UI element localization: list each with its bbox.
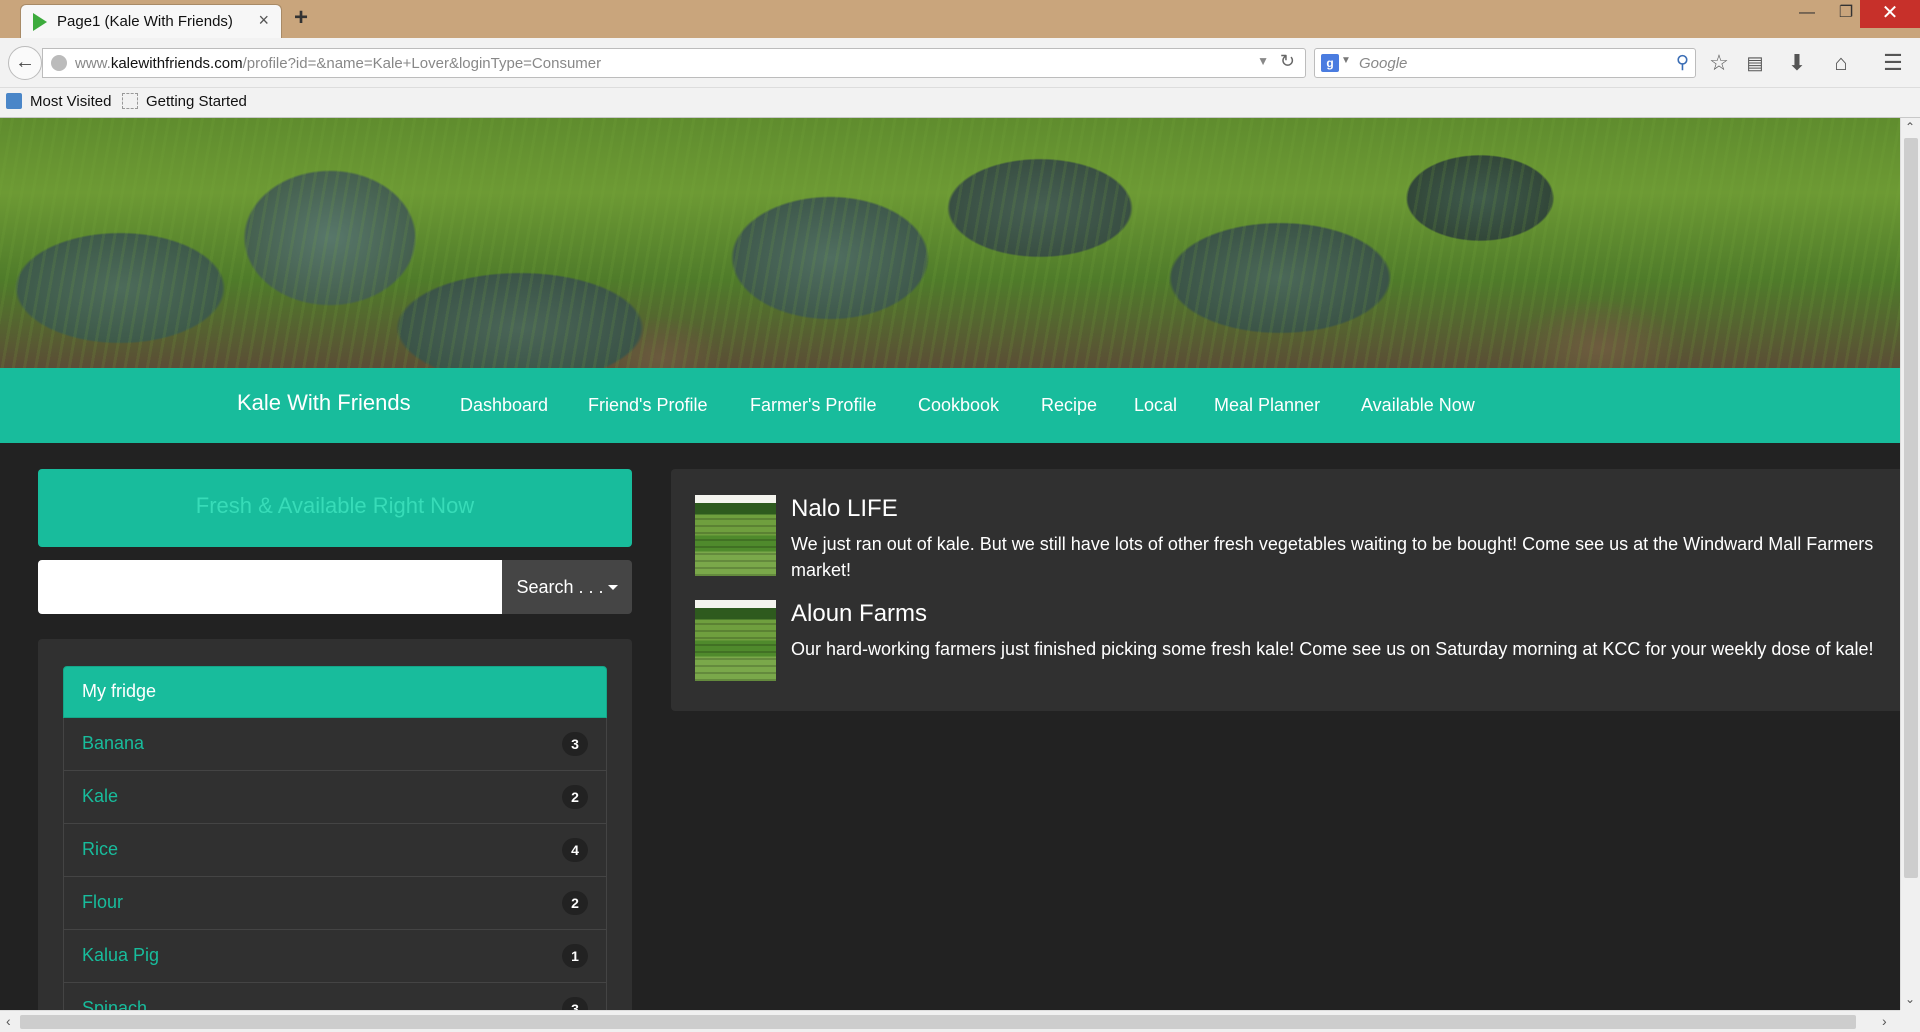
count-badge: 4 xyxy=(562,838,588,862)
fridge-item-name[interactable]: Kalua Pig xyxy=(82,945,159,966)
magnifier-icon[interactable]: ⚲ xyxy=(1676,52,1689,73)
menu-icon[interactable]: ☰ xyxy=(1878,48,1908,78)
url-dropdown-icon[interactable]: ▼ xyxy=(1257,54,1269,68)
nav-meal-planner[interactable]: Meal Planner xyxy=(1214,395,1320,416)
bookmark-most-visited[interactable]: Most Visited xyxy=(6,93,111,110)
bookmark-star-icon[interactable]: ☆ xyxy=(1704,48,1734,78)
nav-friends-profile[interactable]: Friend's Profile xyxy=(588,395,707,416)
home-icon[interactable]: ⌂ xyxy=(1826,48,1856,78)
web-search-bar[interactable]: g ▼ Google ⚲ xyxy=(1314,48,1696,78)
fridge-item-name[interactable]: Rice xyxy=(82,839,118,860)
url-text[interactable]: www.kalewithfriends.com/profile?id=&name… xyxy=(75,55,601,72)
fridge-item[interactable]: Kale 2 xyxy=(63,771,607,824)
post-author[interactable]: Aloun Farms xyxy=(791,600,927,628)
scroll-up-icon[interactable]: ⌃ xyxy=(1905,120,1915,134)
fridge-item[interactable]: Banana 3 xyxy=(63,718,607,771)
browser-titlebar: Page1 (Kale With Friends) × + — ❐ ✕ xyxy=(0,0,1920,38)
reading-list-icon[interactable]: ▤ xyxy=(1740,48,1770,78)
fridge-item-name[interactable]: Flour xyxy=(82,892,123,913)
fridge-title: My fridge xyxy=(82,681,157,701)
url-path: /profile?id=&name=Kale+Lover&loginType=C… xyxy=(242,55,602,72)
reload-icon[interactable]: ↻ xyxy=(1280,51,1295,72)
count-badge: 1 xyxy=(562,944,588,968)
window-close-icon[interactable]: ✕ xyxy=(1860,0,1920,28)
nav-cookbook[interactable]: Cookbook xyxy=(918,395,999,416)
fresh-available-heading: Fresh & Available Right Now xyxy=(195,493,475,518)
tab-title: Page1 (Kale With Friends) xyxy=(57,13,233,30)
post-text: Our hard-working farmers just finished p… xyxy=(791,639,1874,659)
scroll-right-icon[interactable]: › xyxy=(1882,1013,1887,1029)
google-icon[interactable]: g xyxy=(1321,54,1339,72)
bookmark-getting-started[interactable]: Getting Started xyxy=(122,93,247,110)
fridge-item[interactable]: Kalua Pig 1 xyxy=(63,930,607,983)
download-icon[interactable]: ⬇ xyxy=(1782,48,1812,78)
horizontal-scroll-thumb[interactable] xyxy=(20,1015,1856,1029)
fridge-header: My fridge xyxy=(63,666,607,718)
fridge-item-name[interactable]: Kale xyxy=(82,786,118,807)
count-badge: 2 xyxy=(562,785,588,809)
caret-down-icon xyxy=(607,585,618,590)
fridge-item[interactable]: Spinach 3 xyxy=(63,983,607,1010)
web-search-placeholder: Google xyxy=(1359,55,1408,72)
fridge-item[interactable]: Flour 2 xyxy=(63,877,607,930)
search-dropdown-button[interactable]: Search . . . xyxy=(502,560,632,614)
page-viewport: Kale With Friends Dashboard Friend's Pro… xyxy=(0,118,1900,1010)
farm-field-thumbnail[interactable] xyxy=(695,600,776,681)
scroll-left-icon[interactable]: ‹ xyxy=(6,1013,11,1029)
farm-field-thumbnail[interactable] xyxy=(695,495,776,576)
scroll-down-icon[interactable]: ⌄ xyxy=(1905,992,1915,1006)
farmer-feed: Nalo LIFE We just ran out of kale. But w… xyxy=(671,469,1900,711)
maximize-icon[interactable]: ❐ xyxy=(1830,0,1862,28)
browser-tab[interactable]: Page1 (Kale With Friends) × xyxy=(20,4,282,38)
browser-toolbar: ← www.kalewithfriends.com/profile?id=&na… xyxy=(0,38,1920,88)
minimize-icon[interactable]: — xyxy=(1792,0,1822,28)
url-host: kalewithfriends.com xyxy=(110,55,243,72)
nav-dashboard[interactable]: Dashboard xyxy=(460,395,548,416)
new-tab-button[interactable]: + xyxy=(294,4,308,32)
count-badge: 3 xyxy=(562,997,588,1010)
back-arrow-icon[interactable]: ← xyxy=(8,46,42,80)
vertical-scrollbar[interactable]: ⌃ ⌄ xyxy=(1900,118,1920,1010)
count-badge: 3 xyxy=(562,732,588,756)
horizontal-scrollbar[interactable]: ‹ › xyxy=(0,1010,1900,1032)
play-icon xyxy=(33,13,47,31)
kale-garden-banner xyxy=(0,118,1900,368)
nav-local[interactable]: Local xyxy=(1134,395,1177,416)
fridge-item[interactable]: Rice 4 xyxy=(63,824,607,877)
fresh-available-panel: Fresh & Available Right Now xyxy=(38,469,632,547)
globe-icon xyxy=(51,55,67,71)
engine-dropdown-icon[interactable]: ▼ xyxy=(1341,55,1351,66)
nav-farmers-profile[interactable]: Farmer's Profile xyxy=(750,395,876,416)
post-author[interactable]: Nalo LIFE xyxy=(791,495,898,523)
tab-close-icon[interactable]: × xyxy=(258,10,269,31)
nav-available-now[interactable]: Available Now xyxy=(1361,395,1475,416)
nav-recipe[interactable]: Recipe xyxy=(1041,395,1097,416)
post-text: We just ran out of kale. But we still ha… xyxy=(791,534,1874,580)
fridge-item-name[interactable]: Banana xyxy=(82,733,144,754)
folder-icon xyxy=(6,93,22,109)
page-icon xyxy=(122,93,138,109)
address-bar[interactable]: www.kalewithfriends.com/profile?id=&name… xyxy=(42,48,1306,78)
fridge-item-name[interactable]: Spinach xyxy=(82,998,147,1010)
bookmarks-bar: Most Visited Getting Started xyxy=(0,88,1920,118)
site-navbar: Kale With Friends Dashboard Friend's Pro… xyxy=(0,368,1900,443)
count-badge: 2 xyxy=(562,891,588,915)
produce-search-input[interactable] xyxy=(38,560,502,614)
brand-link[interactable]: Kale With Friends xyxy=(237,390,411,416)
vertical-scroll-thumb[interactable] xyxy=(1904,138,1918,878)
